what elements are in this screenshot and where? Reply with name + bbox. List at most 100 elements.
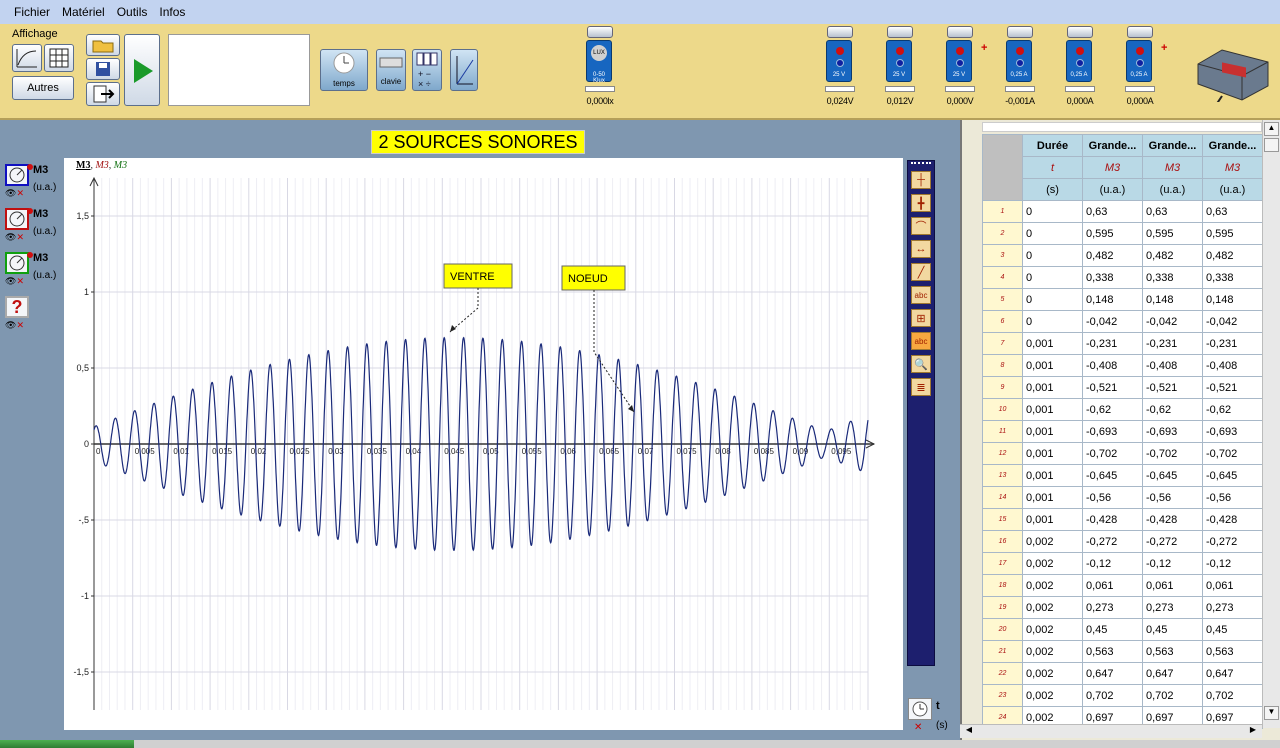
table-cell[interactable]: 0,482 (1202, 244, 1263, 267)
table-cell[interactable]: 0 (1022, 288, 1083, 311)
table-cell[interactable]: -0,62 (1142, 398, 1203, 421)
table-cell[interactable]: -0,645 (1202, 464, 1263, 487)
column-header[interactable]: Durée (1022, 134, 1083, 157)
table-cell[interactable]: -0,521 (1142, 376, 1203, 399)
table-row[interactable]: 5 0 0,148 0,148 0,148 (982, 288, 1263, 311)
table-cell[interactable]: 0,595 (1202, 222, 1263, 245)
table-cell[interactable]: 0,002 (1022, 596, 1083, 619)
table-cell[interactable]: 0,702 (1082, 684, 1143, 707)
table-cell[interactable]: 0,595 (1142, 222, 1203, 245)
table-cell[interactable]: -0,62 (1202, 398, 1263, 421)
table-cell[interactable]: -0,042 (1142, 310, 1203, 333)
calculator-button[interactable]: + − × ÷ (412, 49, 442, 91)
table-cell[interactable]: 0,001 (1022, 508, 1083, 531)
table-cell[interactable]: 0,482 (1082, 244, 1143, 267)
clavier-button[interactable]: clavie (376, 49, 406, 91)
visibility-eye-icon[interactable]: 👁✕ (5, 232, 24, 243)
table-row[interactable]: 14 0,001 -0,56 -0,56 -0,56 (982, 486, 1263, 509)
axis-button[interactable] (450, 49, 478, 91)
table-cell[interactable]: 0,002 (1022, 662, 1083, 685)
table-row[interactable]: 2 0 0,595 0,595 0,595 (982, 222, 1263, 245)
table-cell[interactable]: -0,693 (1082, 420, 1143, 443)
table-cell[interactable]: 0 (1022, 200, 1083, 223)
sensor-knob[interactable] (587, 26, 613, 38)
table-cell[interactable]: 0,001 (1022, 420, 1083, 443)
sensor-knob[interactable] (827, 26, 853, 38)
toolbar-grip[interactable] (911, 162, 931, 166)
table-cell[interactable]: -0,042 (1082, 310, 1143, 333)
table-cell[interactable]: 0 (1022, 222, 1083, 245)
menu-outils[interactable]: Outils (111, 5, 154, 19)
menu-infos[interactable]: Infos (153, 5, 191, 19)
table-cell[interactable]: -0,521 (1082, 376, 1143, 399)
table-row[interactable]: 9 0,001 -0,521 -0,521 -0,521 (982, 376, 1263, 399)
table-cell[interactable]: 0,273 (1142, 596, 1203, 619)
graph-panel[interactable]: 1,5 1 0,5 0 -,5 -1 -1,5 0 0,005 0,01 0,015 0,02 0,02… (64, 158, 903, 730)
table-cell[interactable]: 0,45 (1142, 618, 1203, 641)
scroll-down-arrow-icon[interactable]: ▼ (1264, 706, 1279, 720)
table-cell[interactable]: 0,702 (1142, 684, 1203, 707)
export-button[interactable] (86, 82, 120, 106)
table-cell[interactable]: -0,56 (1202, 486, 1263, 509)
temps-button[interactable]: temps (320, 49, 368, 91)
table-cell[interactable]: 0,563 (1142, 640, 1203, 663)
table-row[interactable]: 12 0,001 -0,702 -0,702 -0,702 (982, 442, 1263, 465)
line-tool-button[interactable]: ╱ (911, 263, 931, 281)
table-cell[interactable]: -0,693 (1202, 420, 1263, 443)
table-cell[interactable]: 0,273 (1202, 596, 1263, 619)
table-cell[interactable]: 0,63 (1202, 200, 1263, 223)
table-row[interactable]: 4 0 0,338 0,338 0,338 (982, 266, 1263, 289)
visibility-eye-icon[interactable]: 👁✕ (5, 320, 24, 331)
table-cell[interactable]: 0 (1022, 244, 1083, 267)
table-cell[interactable]: 0,148 (1202, 288, 1263, 311)
delete-x-icon[interactable]: ✕ (914, 722, 922, 733)
table-row[interactable]: 18 0,002 0,061 0,061 0,061 (982, 574, 1263, 597)
table-cell[interactable]: 0,338 (1082, 266, 1143, 289)
table-cell[interactable]: 0,002 (1022, 530, 1083, 553)
x-axis-selector[interactable]: t (s) ✕ (908, 698, 958, 738)
table-cell[interactable]: 0,001 (1022, 376, 1083, 399)
save-button[interactable] (86, 58, 120, 80)
table-row[interactable]: 16 0,002 -0,272 -0,272 -0,272 (982, 530, 1263, 553)
sensor-probe-icon[interactable] (5, 164, 29, 186)
sensor-knob[interactable] (1007, 26, 1033, 38)
series-item-1[interactable]: M3 (u.a.) 👁✕ (3, 162, 63, 206)
visibility-eye-icon[interactable]: 👁✕ (5, 188, 24, 199)
table-cell[interactable]: -0,521 (1202, 376, 1263, 399)
clock-icon[interactable] (908, 698, 932, 720)
table-cell[interactable]: 0,273 (1082, 596, 1143, 619)
table-row[interactable]: 15 0,001 -0,428 -0,428 -0,428 (982, 508, 1263, 531)
table-cell[interactable]: 0,001 (1022, 398, 1083, 421)
graph-view-button[interactable] (12, 44, 42, 72)
delete-x-icon[interactable]: ✕ (16, 188, 24, 198)
table-row[interactable]: 13 0,001 -0,645 -0,645 -0,645 (982, 464, 1263, 487)
table-cell[interactable]: -0,231 (1082, 332, 1143, 355)
table-cell[interactable]: 0,338 (1142, 266, 1203, 289)
table-cell[interactable]: -0,62 (1082, 398, 1143, 421)
table-cell[interactable]: -0,693 (1142, 420, 1203, 443)
table-row[interactable]: 21 0,002 0,563 0,563 0,563 (982, 640, 1263, 663)
table-cell[interactable]: 0,45 (1082, 618, 1143, 641)
table-cell[interactable]: 0,482 (1142, 244, 1203, 267)
scroll-up-arrow-icon[interactable]: ▲ (1264, 122, 1279, 136)
table-row[interactable]: 1 0 0,63 0,63 0,63 (982, 200, 1263, 223)
table-cell[interactable]: 0,002 (1022, 684, 1083, 707)
delete-x-icon[interactable]: ✕ (16, 276, 24, 286)
sensor-probe-icon[interactable] (5, 208, 29, 230)
table-cell[interactable]: -0,12 (1202, 552, 1263, 575)
question-mark-icon[interactable]: ? (5, 296, 29, 318)
table-row[interactable]: 17 0,002 -0,12 -0,12 -0,12 (982, 552, 1263, 575)
table-row[interactable]: 3 0 0,482 0,482 0,482 (982, 244, 1263, 267)
table-cell[interactable]: 0,002 (1022, 574, 1083, 597)
series-item-2[interactable]: M3 (u.a.) 👁✕ (3, 206, 63, 250)
table-row[interactable]: 20 0,002 0,45 0,45 0,45 (982, 618, 1263, 641)
table-cell[interactable]: -0,272 (1142, 530, 1203, 553)
table-cell[interactable]: 0,002 (1022, 552, 1083, 575)
sensor-knob[interactable] (1127, 26, 1153, 38)
table-cell[interactable]: 0,061 (1202, 574, 1263, 597)
graph-title[interactable]: 2 SOURCES SONORES (371, 130, 585, 154)
sensor-knob[interactable] (1067, 26, 1093, 38)
table-vertical-scrollbar[interactable]: ▲ ▼ (1262, 120, 1280, 728)
sensor-probe-icon[interactable] (5, 252, 29, 274)
table-cell[interactable]: -0,645 (1082, 464, 1143, 487)
